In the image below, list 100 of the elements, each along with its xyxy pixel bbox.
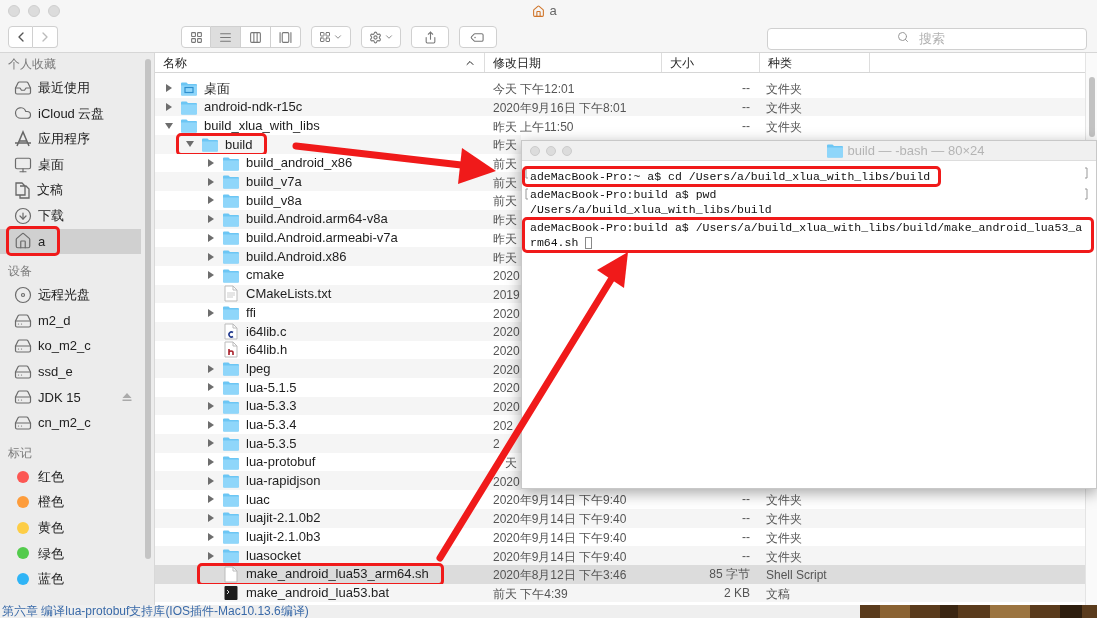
file-name: luajit-2.1.0b2 <box>246 509 321 528</box>
date-text: 昨天 <box>493 231 517 246</box>
date-text: 2020年9月14日 下午9:40 <box>493 493 627 508</box>
date-text: 今天 下午12:01 <box>493 82 575 97</box>
sidebar-label: JDK 15 <box>38 388 81 407</box>
sidebar-heading: 个人收藏 <box>8 56 56 73</box>
date-text: 202 <box>493 418 514 433</box>
file-row[interactable]: build_v7a 前天 <box>155 172 521 192</box>
file-name: ffi <box>246 303 256 322</box>
sidebar-item[interactable]: 下载 <box>0 202 141 229</box>
file-name: make_android_lua53.bat <box>246 584 390 603</box>
sidebar-label: 文稿 <box>37 181 63 200</box>
date-text: 2020 <box>493 325 520 340</box>
size-text: -- <box>742 510 750 528</box>
file-row[interactable]: make_android_lua53_arm64.sh 2020年8月12日 下午3:46 85 字节 Shell Script <box>155 564 1085 584</box>
terminal-title: build — -bash — 80×24 <box>847 141 985 160</box>
file-name: luasocket <box>246 546 301 565</box>
file-name: cmake <box>246 266 285 285</box>
file-name: lua-5.3.4 <box>246 415 297 434</box>
size-text: -- <box>742 80 750 98</box>
sidebar-item[interactable]: a <box>0 228 141 255</box>
column-header[interactable]: 名称 <box>155 53 485 72</box>
sidebar-label: 黄色 <box>38 518 64 537</box>
sidebar-label: m2_d <box>38 311 71 330</box>
kind-text: 文稿 <box>766 586 790 601</box>
size-text: -- <box>742 547 750 565</box>
file-row[interactable]: build.Android.x86 昨天 <box>155 247 521 266</box>
sidebar-item[interactable]: iCloud 云盘 <box>0 100 141 127</box>
sidebar-item[interactable]: 文稿 <box>0 177 141 203</box>
date-text: 2020 <box>493 269 520 284</box>
sidebar-label: ssd_e <box>38 363 73 381</box>
column-header[interactable]: 修改日期 <box>485 53 662 72</box>
sidebar-item[interactable]: 绿色 <box>0 540 141 567</box>
size-text: 85 字节 <box>709 566 750 584</box>
sidebar-label: 下载 <box>38 207 64 225</box>
file-name: lpeg <box>246 359 271 378</box>
size-text: -- <box>742 528 750 546</box>
kind-text: 文件夹 <box>766 82 802 97</box>
date-text: 昨天 <box>493 250 517 265</box>
date-text: 2020 <box>493 343 520 358</box>
sidebar-heading: 标记 <box>8 444 32 462</box>
sidebar-item[interactable]: 红色 <box>0 463 141 490</box>
sidebar-item[interactable]: 黄色 <box>0 514 141 541</box>
file-name: lua-rapidjson <box>246 472 321 491</box>
date-text: 前天 <box>493 175 517 190</box>
date-text: 2020年8月12日 下午3:46 <box>493 568 627 583</box>
terminal-line: adeMacBook-Pro:build a$ pwd <box>530 188 717 201</box>
file-name: build <box>225 135 253 154</box>
file-row[interactable]: lua-5.3.5 2 <box>155 434 521 453</box>
sidebar-label: ko_m2_c <box>38 337 91 356</box>
sidebar-item[interactable]: m2_d <box>0 307 141 334</box>
date-text: 2020年9月14日 下午9:40 <box>493 549 627 564</box>
terminal-line: adeMacBook-Pro:build a$ /Users/a/build_xlua_with_libs/build/make_android_lua53_arm64.sh <box>530 221 1083 249</box>
date-text: 2020 <box>493 400 520 415</box>
sidebar-item[interactable]: 桌面 <box>0 151 141 178</box>
sidebar-item[interactable]: 应用程序 <box>0 126 141 152</box>
sidebar-label: 绿色 <box>38 544 64 563</box>
file-name: lua-5.1.5 <box>246 378 297 397</box>
column-header[interactable]: 大小 <box>662 53 760 72</box>
sidebar-label: 橙色 <box>38 493 64 512</box>
file-name: build_v8a <box>246 191 302 210</box>
date-text: 2020年9月14日 下午9:40 <box>493 512 627 527</box>
file-row[interactable]: build 昨天 <box>155 135 521 154</box>
file-name: luajit-2.1.0b3 <box>246 528 321 547</box>
file-name: i64lib.c <box>246 322 287 341</box>
sidebar-item[interactable]: ssd_e <box>0 358 141 385</box>
sidebar-heading: 设备 <box>8 263 32 281</box>
file-row[interactable]: lpeg 2020 <box>155 359 521 378</box>
kind-text: 文件夹 <box>766 549 802 564</box>
file-name: build_xlua_with_libs <box>204 116 320 135</box>
kind-text: 文件夹 <box>766 101 802 116</box>
date-text: 2020年9月14日 下午9:40 <box>493 530 627 545</box>
column-header[interactable]: 种类 <box>760 53 870 72</box>
file-name: android-ndk-r15c <box>204 98 303 117</box>
file-row[interactable]: lua-rapidjson 2020 <box>155 471 521 491</box>
file-name: lua-protobuf <box>246 453 316 472</box>
kind-text: 文件夹 <box>766 530 802 545</box>
sidebar-item[interactable]: 橙色 <box>0 489 141 515</box>
date-text: 前天 <box>493 157 517 172</box>
kind-text: 文件夹 <box>766 119 802 134</box>
window-title: a <box>549 2 557 21</box>
file-row[interactable]: luasocket 2020年9月14日 下午9:40 -- 文件夹 <box>155 546 1085 565</box>
sidebar-item[interactable]: 远程光盘 <box>0 282 141 308</box>
file-name: build_android_x86 <box>246 154 353 173</box>
sidebar-item[interactable]: 蓝色 <box>0 566 141 592</box>
file-name: build.Android.x86 <box>246 247 347 266</box>
date-text: 2020 <box>493 474 520 489</box>
sidebar-item[interactable]: 最近使用 <box>0 75 141 101</box>
date-text: 2019 <box>493 287 520 302</box>
kind-text: Shell Script <box>766 568 827 583</box>
sidebar-item[interactable]: JDK 15 <box>0 384 141 411</box>
search-field[interactable]: 搜索 <box>767 27 1087 50</box>
file-name: lua-5.3.5 <box>246 434 297 453</box>
size-text: -- <box>742 99 750 117</box>
sidebar-label: 应用程序 <box>38 130 90 149</box>
sidebar-item[interactable]: cn_m2_c <box>0 410 141 436</box>
date-text: 2020 <box>493 306 520 321</box>
sidebar-item[interactable]: ko_m2_c <box>0 333 141 359</box>
terminal-line: adeMacBook-Pro:~ a$ cd /Users/a/build_xlua_with_libs/build <box>530 170 931 183</box>
size-text: -- <box>742 117 750 135</box>
